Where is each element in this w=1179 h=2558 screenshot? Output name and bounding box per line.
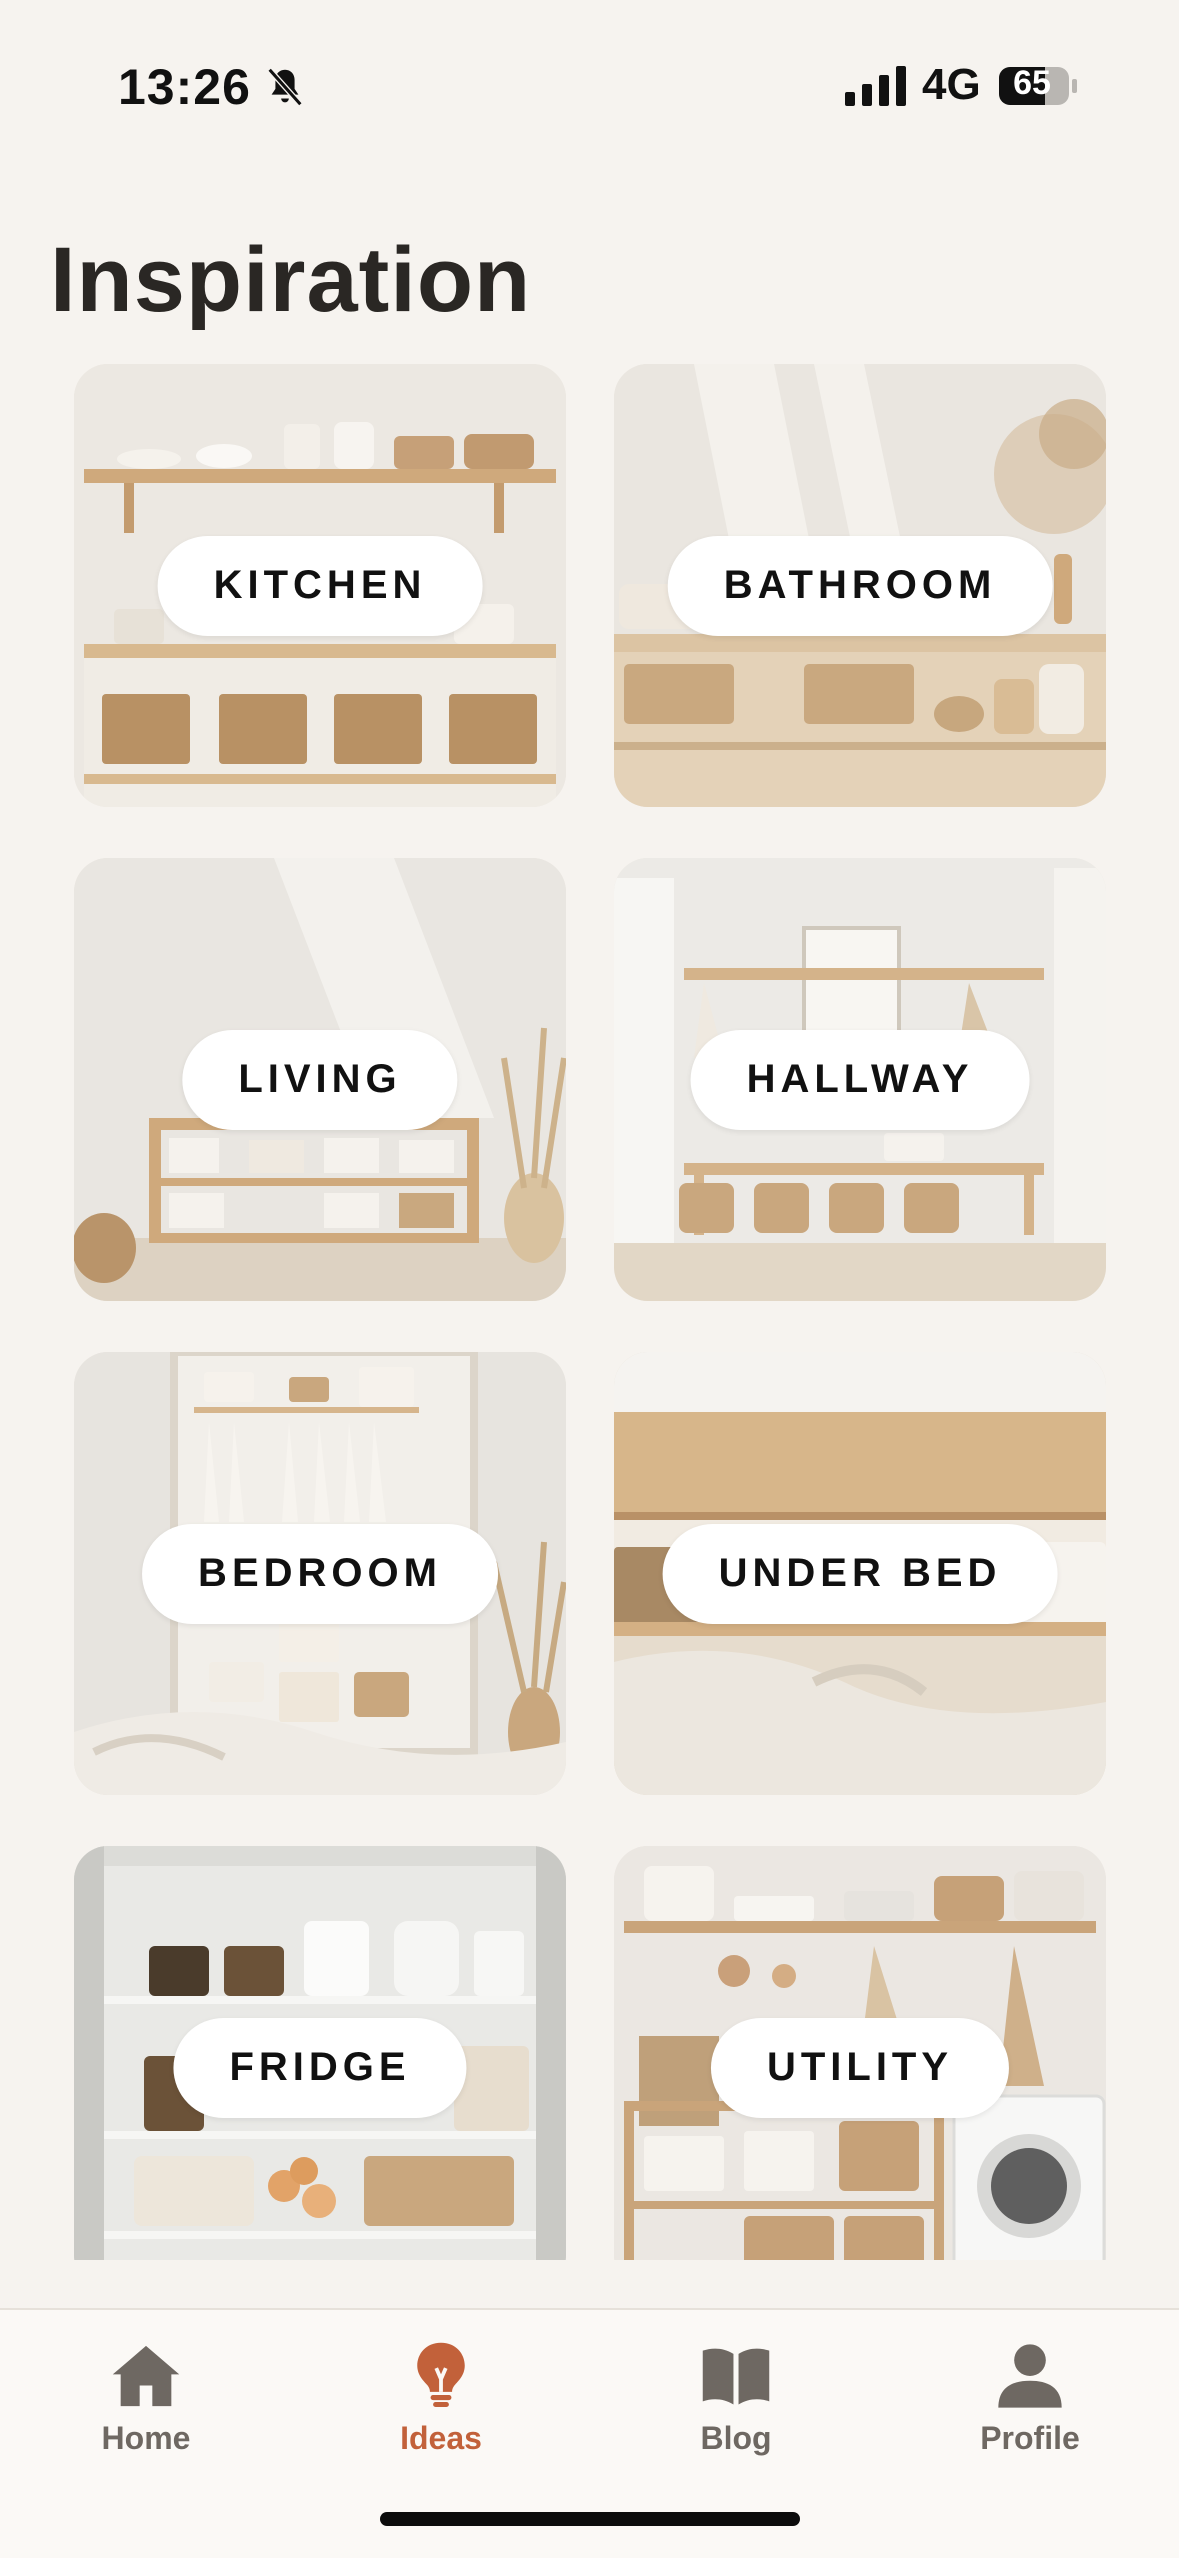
- battery-level: 65: [1013, 64, 1051, 102]
- home-indicator[interactable]: [380, 2512, 800, 2526]
- category-card-hallway[interactable]: HALLWAY: [614, 858, 1106, 1301]
- category-card-bathroom[interactable]: BATHROOM: [614, 364, 1106, 807]
- category-grid: KITCHEN BATHROOM LIVING HALLWAY BEDROOM …: [74, 364, 1106, 2260]
- category-label: KITCHEN: [157, 535, 483, 636]
- category-label: UNDER BED: [662, 1523, 1058, 1624]
- category-card-bedroom[interactable]: BEDROOM: [74, 1352, 566, 1795]
- category-card-under-bed[interactable]: UNDER BED: [614, 1352, 1106, 1795]
- cellular-signal-icon: [845, 66, 906, 106]
- home-icon: [112, 2345, 180, 2407]
- category-card-fridge[interactable]: FRIDGE: [74, 1846, 566, 2260]
- tab-blog[interactable]: Blog: [636, 2328, 836, 2468]
- book-icon: [702, 2348, 770, 2405]
- tab-profile[interactable]: Profile: [930, 2328, 1130, 2468]
- tab-label: Blog: [700, 2420, 772, 2456]
- category-label: BATHROOM: [667, 535, 1053, 636]
- category-label: FRIDGE: [173, 2017, 467, 2118]
- category-label: UTILITY: [710, 2017, 1010, 2118]
- status-time: 13:26: [118, 59, 251, 115]
- page-title: Inspiration: [50, 229, 532, 331]
- category-label: BEDROOM: [142, 1523, 498, 1624]
- category-card-kitchen[interactable]: KITCHEN: [74, 364, 566, 807]
- network-type: 4G: [922, 60, 981, 109]
- person-icon: [998, 2344, 1062, 2408]
- tab-label: Profile: [980, 2420, 1080, 2456]
- category-card-living[interactable]: LIVING: [74, 858, 566, 1301]
- tab-ideas[interactable]: Ideas: [341, 2328, 541, 2468]
- category-label: LIVING: [182, 1029, 458, 1130]
- tab-home[interactable]: Home: [46, 2328, 246, 2468]
- category-card-utility[interactable]: UTILITY: [614, 1846, 1106, 2260]
- category-label: HALLWAY: [690, 1029, 1030, 1130]
- tab-label: Ideas: [400, 2420, 482, 2456]
- bell-muted-icon: [267, 67, 303, 107]
- tab-label: Home: [101, 2420, 191, 2456]
- status-bar: 13:26 4G 65: [0, 0, 1179, 150]
- lightbulb-icon: [417, 2342, 465, 2408]
